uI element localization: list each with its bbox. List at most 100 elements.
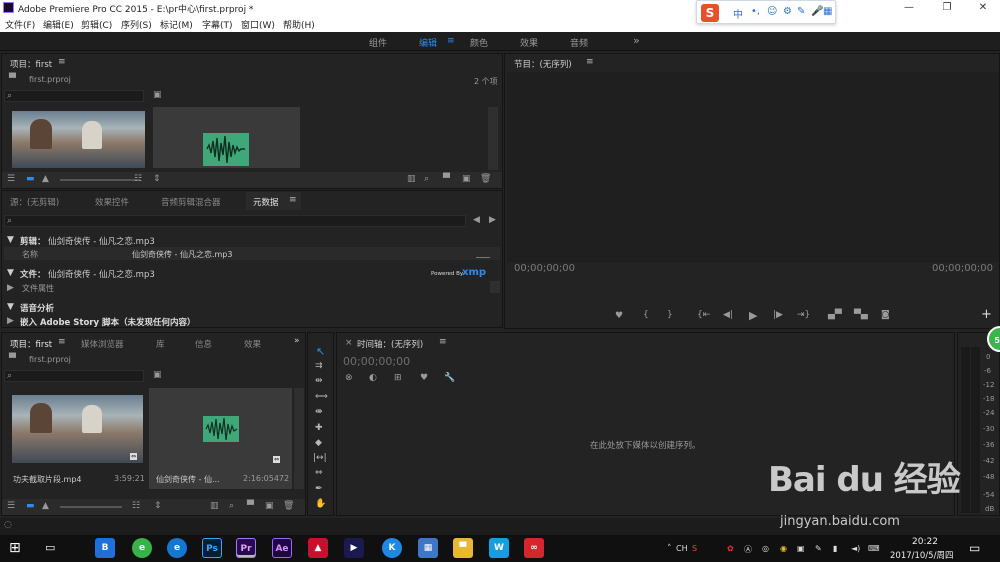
more-tabs-icon[interactable]: » bbox=[294, 336, 300, 346]
menu-file[interactable]: 文件(F) bbox=[5, 18, 35, 31]
new-bin-button-icon[interactable]: ▀ bbox=[443, 174, 450, 184]
zoom-slider[interactable] bbox=[60, 179, 140, 181]
audio-clip-thumbnail[interactable]: ⇔ 仙剑奇侠传 - 仙... 2:16:05472 bbox=[149, 388, 292, 489]
scrollbar[interactable] bbox=[488, 107, 498, 170]
trash-icon[interactable]: 🗑 bbox=[283, 501, 294, 511]
name-edit-field[interactable] bbox=[476, 249, 490, 258]
program-timecode-current[interactable]: 00;00;00;00 bbox=[514, 263, 575, 274]
hand-tool-icon[interactable]: ✒ bbox=[315, 484, 323, 494]
tab-effect-controls[interactable]: 效果控件 bbox=[95, 196, 129, 208]
file-explorer-icon[interactable]: ▀ bbox=[453, 538, 473, 558]
sogou-tray-icon[interactable]: S bbox=[692, 544, 697, 553]
tab-info[interactable]: 信息 bbox=[195, 338, 212, 350]
video-clip-thumbnail[interactable]: ⇔ bbox=[12, 395, 143, 463]
settings-icon[interactable]: ⚙ bbox=[783, 6, 792, 17]
next-icon[interactable]: ▶ bbox=[489, 215, 496, 225]
tab-metadata[interactable]: 元数据 bbox=[253, 196, 279, 208]
expand-file-icon[interactable]: ▼ bbox=[7, 268, 14, 278]
maximize-button[interactable]: ❐ bbox=[934, 0, 960, 16]
volume-icon[interactable]: ◄) bbox=[851, 544, 860, 553]
tab-effects[interactable]: 效果 bbox=[244, 338, 261, 350]
project-panel-title[interactable]: 项目：first bbox=[10, 58, 52, 70]
marker-icon[interactable]: ♥ bbox=[420, 373, 428, 383]
windows-start-icon[interactable]: ⊞ bbox=[9, 540, 21, 556]
creative-cloud-icon[interactable]: ∞ bbox=[524, 538, 544, 558]
razor-tool-icon[interactable]: ✚ bbox=[315, 423, 323, 433]
ime-punctuation[interactable]: •, bbox=[751, 6, 760, 17]
selection-tool-icon[interactable]: ↖ bbox=[316, 345, 325, 358]
audio-clip-name[interactable]: 仙剑奇侠传 - 仙... bbox=[156, 474, 220, 485]
automate-icon[interactable]: ▥ bbox=[210, 501, 219, 511]
workspace-more-icon[interactable]: » bbox=[633, 34, 640, 47]
timeline-timecode[interactable]: 00;00;00;00 bbox=[343, 355, 410, 368]
calculator-app-icon[interactable]: ▦ bbox=[418, 538, 438, 558]
status-icon[interactable]: ◌ bbox=[4, 520, 12, 530]
browser-app-icon[interactable]: e bbox=[132, 538, 152, 558]
workspace-color[interactable]: 颜色 bbox=[470, 36, 488, 49]
new-item-icon[interactable]: ▣ bbox=[265, 501, 274, 511]
tray-app-icon-6[interactable]: ✎ bbox=[815, 544, 822, 553]
pen-icon[interactable]: ✎ bbox=[797, 6, 805, 17]
mark-in-icon[interactable]: { bbox=[643, 310, 649, 320]
input-language[interactable]: CH bbox=[676, 544, 688, 553]
sort-order-icon[interactable]: ⇕ bbox=[154, 501, 162, 511]
tab-source[interactable]: 源：(无剪辑) bbox=[10, 196, 59, 208]
menu-clip[interactable]: 剪辑(C) bbox=[81, 18, 112, 31]
panel-menu-icon[interactable]: ≡ bbox=[439, 337, 447, 347]
tray-app-icon-3[interactable]: ◎ bbox=[762, 544, 769, 553]
search-input[interactable]: ⌕ bbox=[4, 370, 144, 382]
scrollbar[interactable] bbox=[294, 388, 304, 489]
slip-tool-icon[interactable]: ◆ bbox=[315, 438, 322, 448]
sort-icon[interactable]: ☷ bbox=[134, 174, 142, 184]
track-select-tool-icon[interactable]: ⇉ bbox=[315, 361, 323, 371]
icon-view-icon[interactable]: ▬ bbox=[26, 174, 35, 184]
collapse-story-icon[interactable]: ▶ bbox=[7, 316, 14, 326]
workspace-editing[interactable]: 编辑 bbox=[419, 36, 437, 49]
video-thumbnail[interactable] bbox=[12, 111, 145, 168]
menu-sequence[interactable]: 序列(S) bbox=[121, 18, 152, 31]
sort-order-icon[interactable]: ⇕ bbox=[153, 174, 161, 184]
snap-icon[interactable]: ⊗ bbox=[345, 373, 353, 383]
menu-help[interactable]: 帮助(H) bbox=[283, 18, 315, 31]
step-forward-icon[interactable]: |▶ bbox=[773, 310, 783, 320]
workspace-assembly[interactable]: 组件 bbox=[369, 36, 387, 49]
menu-edit[interactable]: 编辑(E) bbox=[43, 18, 74, 31]
rolling-edit-tool-icon[interactable]: ⟺ bbox=[315, 392, 328, 402]
button-editor-icon[interactable]: + bbox=[981, 307, 992, 322]
panel-menu-icon[interactable]: ≡ bbox=[586, 57, 594, 67]
tray-app-icon-4[interactable]: ◉ bbox=[780, 544, 787, 553]
zoom-tool-icon[interactable]: ✋ bbox=[315, 499, 326, 509]
zoom-slider[interactable] bbox=[60, 506, 122, 508]
tab-libraries[interactable]: 库 bbox=[156, 338, 165, 350]
find-icon[interactable]: ⌕ bbox=[424, 174, 429, 184]
menu-title[interactable]: 字幕(T) bbox=[202, 18, 233, 31]
media-app-icon[interactable]: ▶ bbox=[344, 538, 364, 558]
sort-icon[interactable]: ☷ bbox=[132, 501, 140, 511]
clock-time[interactable]: 20:22 bbox=[912, 537, 938, 547]
go-to-in-icon[interactable]: {⇤ bbox=[697, 310, 710, 320]
clip-name[interactable]: 功夫截取片段.mp4 bbox=[13, 474, 82, 485]
w-app-icon[interactable]: W bbox=[489, 538, 509, 558]
premiere-app-icon[interactable]: Pr bbox=[236, 538, 256, 558]
tray-app-icon-2[interactable]: Ⓐ bbox=[744, 544, 752, 555]
k-app-icon[interactable]: K bbox=[382, 538, 402, 558]
expand-clip-icon[interactable]: ▼ bbox=[7, 235, 14, 245]
mark-out-icon[interactable]: } bbox=[667, 310, 673, 320]
baidu-app-icon[interactable]: B bbox=[95, 538, 115, 558]
lift-icon[interactable]: ▄▀ bbox=[828, 310, 842, 320]
find-icon[interactable]: ⌕ bbox=[229, 501, 234, 511]
slide-tool-icon[interactable]: |↔| bbox=[313, 453, 327, 463]
collapse-icon[interactable]: ▶ bbox=[7, 283, 14, 293]
play-icon[interactable]: ▶ bbox=[749, 309, 757, 322]
automate-icon[interactable]: ▥ bbox=[407, 174, 416, 184]
tray-app-icon-1[interactable]: ✿ bbox=[727, 544, 734, 553]
extract-icon[interactable]: ▀▄ bbox=[854, 310, 868, 320]
metadata-search-input[interactable]: ⌕ bbox=[4, 215, 466, 227]
add-marker-icon[interactable]: ⊞ bbox=[394, 373, 402, 383]
notification-icon[interactable]: ▭ bbox=[969, 541, 980, 555]
workspace-menu-icon[interactable]: ≡ bbox=[447, 36, 455, 46]
trash-icon[interactable]: 🗑 bbox=[480, 174, 491, 184]
new-bin-button-icon[interactable]: ▀ bbox=[247, 501, 254, 511]
after-effects-app-icon[interactable]: Ae bbox=[272, 538, 292, 558]
file-properties-label[interactable]: 文件属性 bbox=[22, 283, 54, 294]
